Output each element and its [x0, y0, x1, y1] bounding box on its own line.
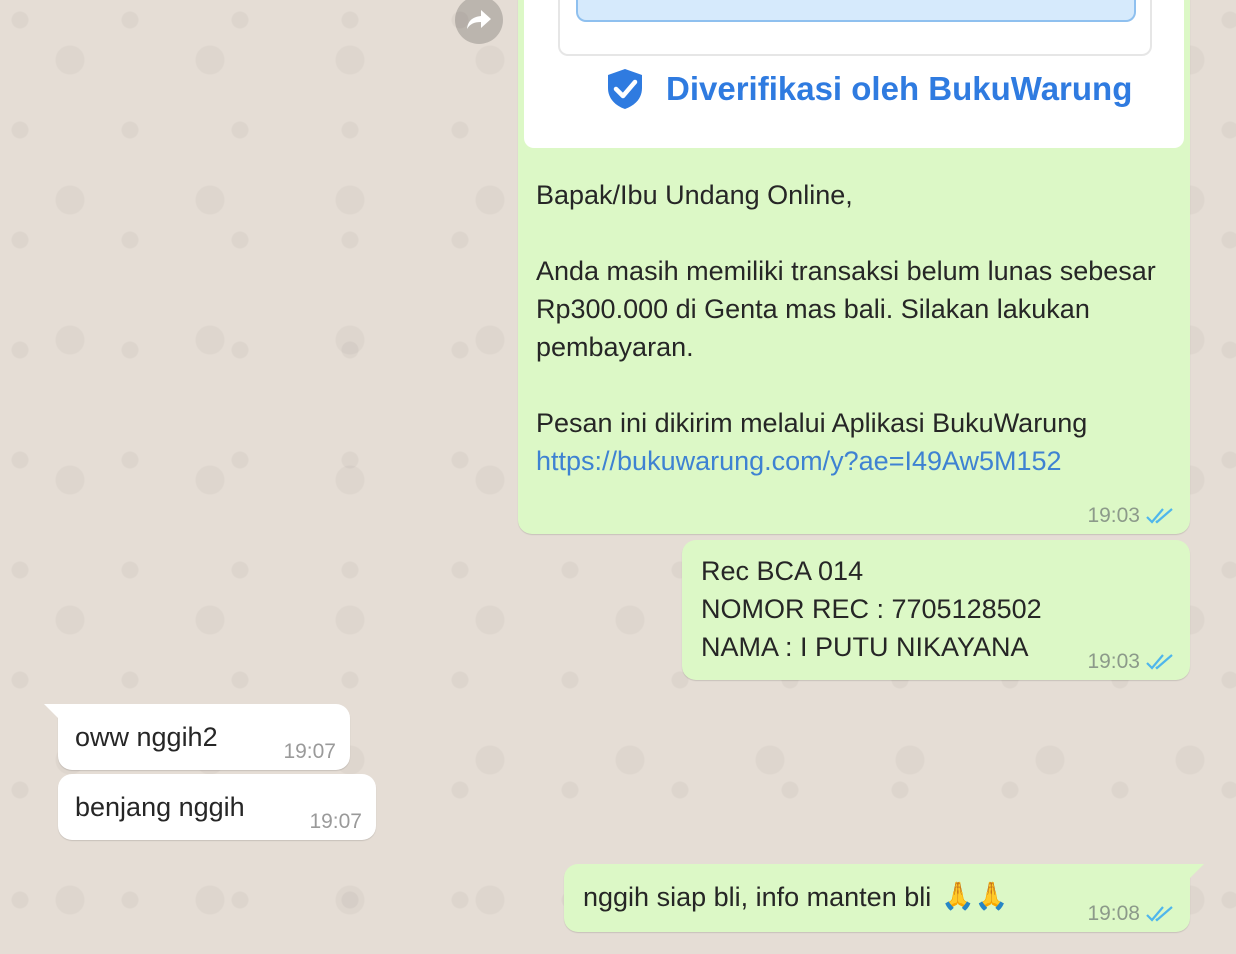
double-check-icon	[1146, 654, 1173, 670]
message-meta: 19:07	[283, 740, 336, 764]
message-link[interactable]: https://bukuwarung.com/y?ae=I49Aw5M152	[536, 442, 1176, 480]
card-details-box	[558, 0, 1152, 56]
bubble-tail	[1188, 864, 1204, 880]
message-text-line	[536, 366, 1176, 404]
message-bubble-outgoing: Rec BCA 014 NOMOR REC : 7705128502 NAMA …	[682, 540, 1190, 680]
message-text-line: pembayaran.	[536, 332, 694, 362]
message-text-line: Rec BCA 014	[701, 556, 864, 586]
message-text: benjang nggih	[75, 792, 245, 822]
verified-badge: Diverifikasi oleh BukuWarung	[606, 68, 1132, 110]
message-text: nggih siap bli, info manten bli	[583, 882, 932, 912]
double-check-icon	[1146, 906, 1173, 922]
message-text-line: NAMA : I PUTU NIKAYANA	[701, 632, 1029, 662]
message-text-line: Anda masih memiliki transaksi belum luna…	[536, 256, 1156, 286]
message-text-line: Rp300.000 di Genta mas bali. Silakan lak…	[536, 294, 1090, 324]
card-date-field	[576, 0, 1136, 22]
message-text: oww nggih2	[75, 722, 218, 752]
double-check-icon	[1146, 508, 1173, 524]
message-bubble-outgoing: nggih siap bli, info manten bli 🙏🙏 19:08	[564, 864, 1204, 932]
shield-check-icon	[608, 69, 642, 109]
message-bubble-outgoing: Diverifikasi oleh BukuWarung Bapak/Ibu U…	[518, 0, 1190, 534]
bubble-tail	[44, 704, 60, 720]
payment-card[interactable]: Diverifikasi oleh BukuWarung	[524, 0, 1184, 148]
message-time: 19:03	[1087, 504, 1140, 527]
folded-hands-emoji: 🙏🙏	[941, 881, 1009, 912]
message-bubble-incoming: oww nggih2 19:07	[44, 704, 350, 770]
message-meta: 19:03	[1087, 650, 1174, 674]
message-text-line: Pesan ini dikirim melalui Aplikasi BukuW…	[536, 408, 1088, 438]
verified-label: Diverifikasi oleh BukuWarung	[666, 70, 1133, 107]
message-time: 19:07	[309, 810, 362, 833]
message-text-line: NOMOR REC : 7705128502	[701, 594, 1042, 624]
message-meta: 19:07	[309, 810, 362, 834]
message-text-line: Bapak/Ibu Undang Online,	[536, 180, 853, 210]
message-meta: 19:03	[1087, 504, 1174, 528]
message-time: 19:08	[1087, 902, 1140, 925]
forward-icon	[467, 10, 491, 29]
message-text-line	[536, 214, 1176, 252]
message-time: 19:07	[283, 740, 336, 763]
message-time: 19:03	[1087, 650, 1140, 673]
message-meta: 19:08	[1087, 902, 1174, 926]
message-bubble-incoming: benjang nggih 19:07	[58, 774, 376, 840]
